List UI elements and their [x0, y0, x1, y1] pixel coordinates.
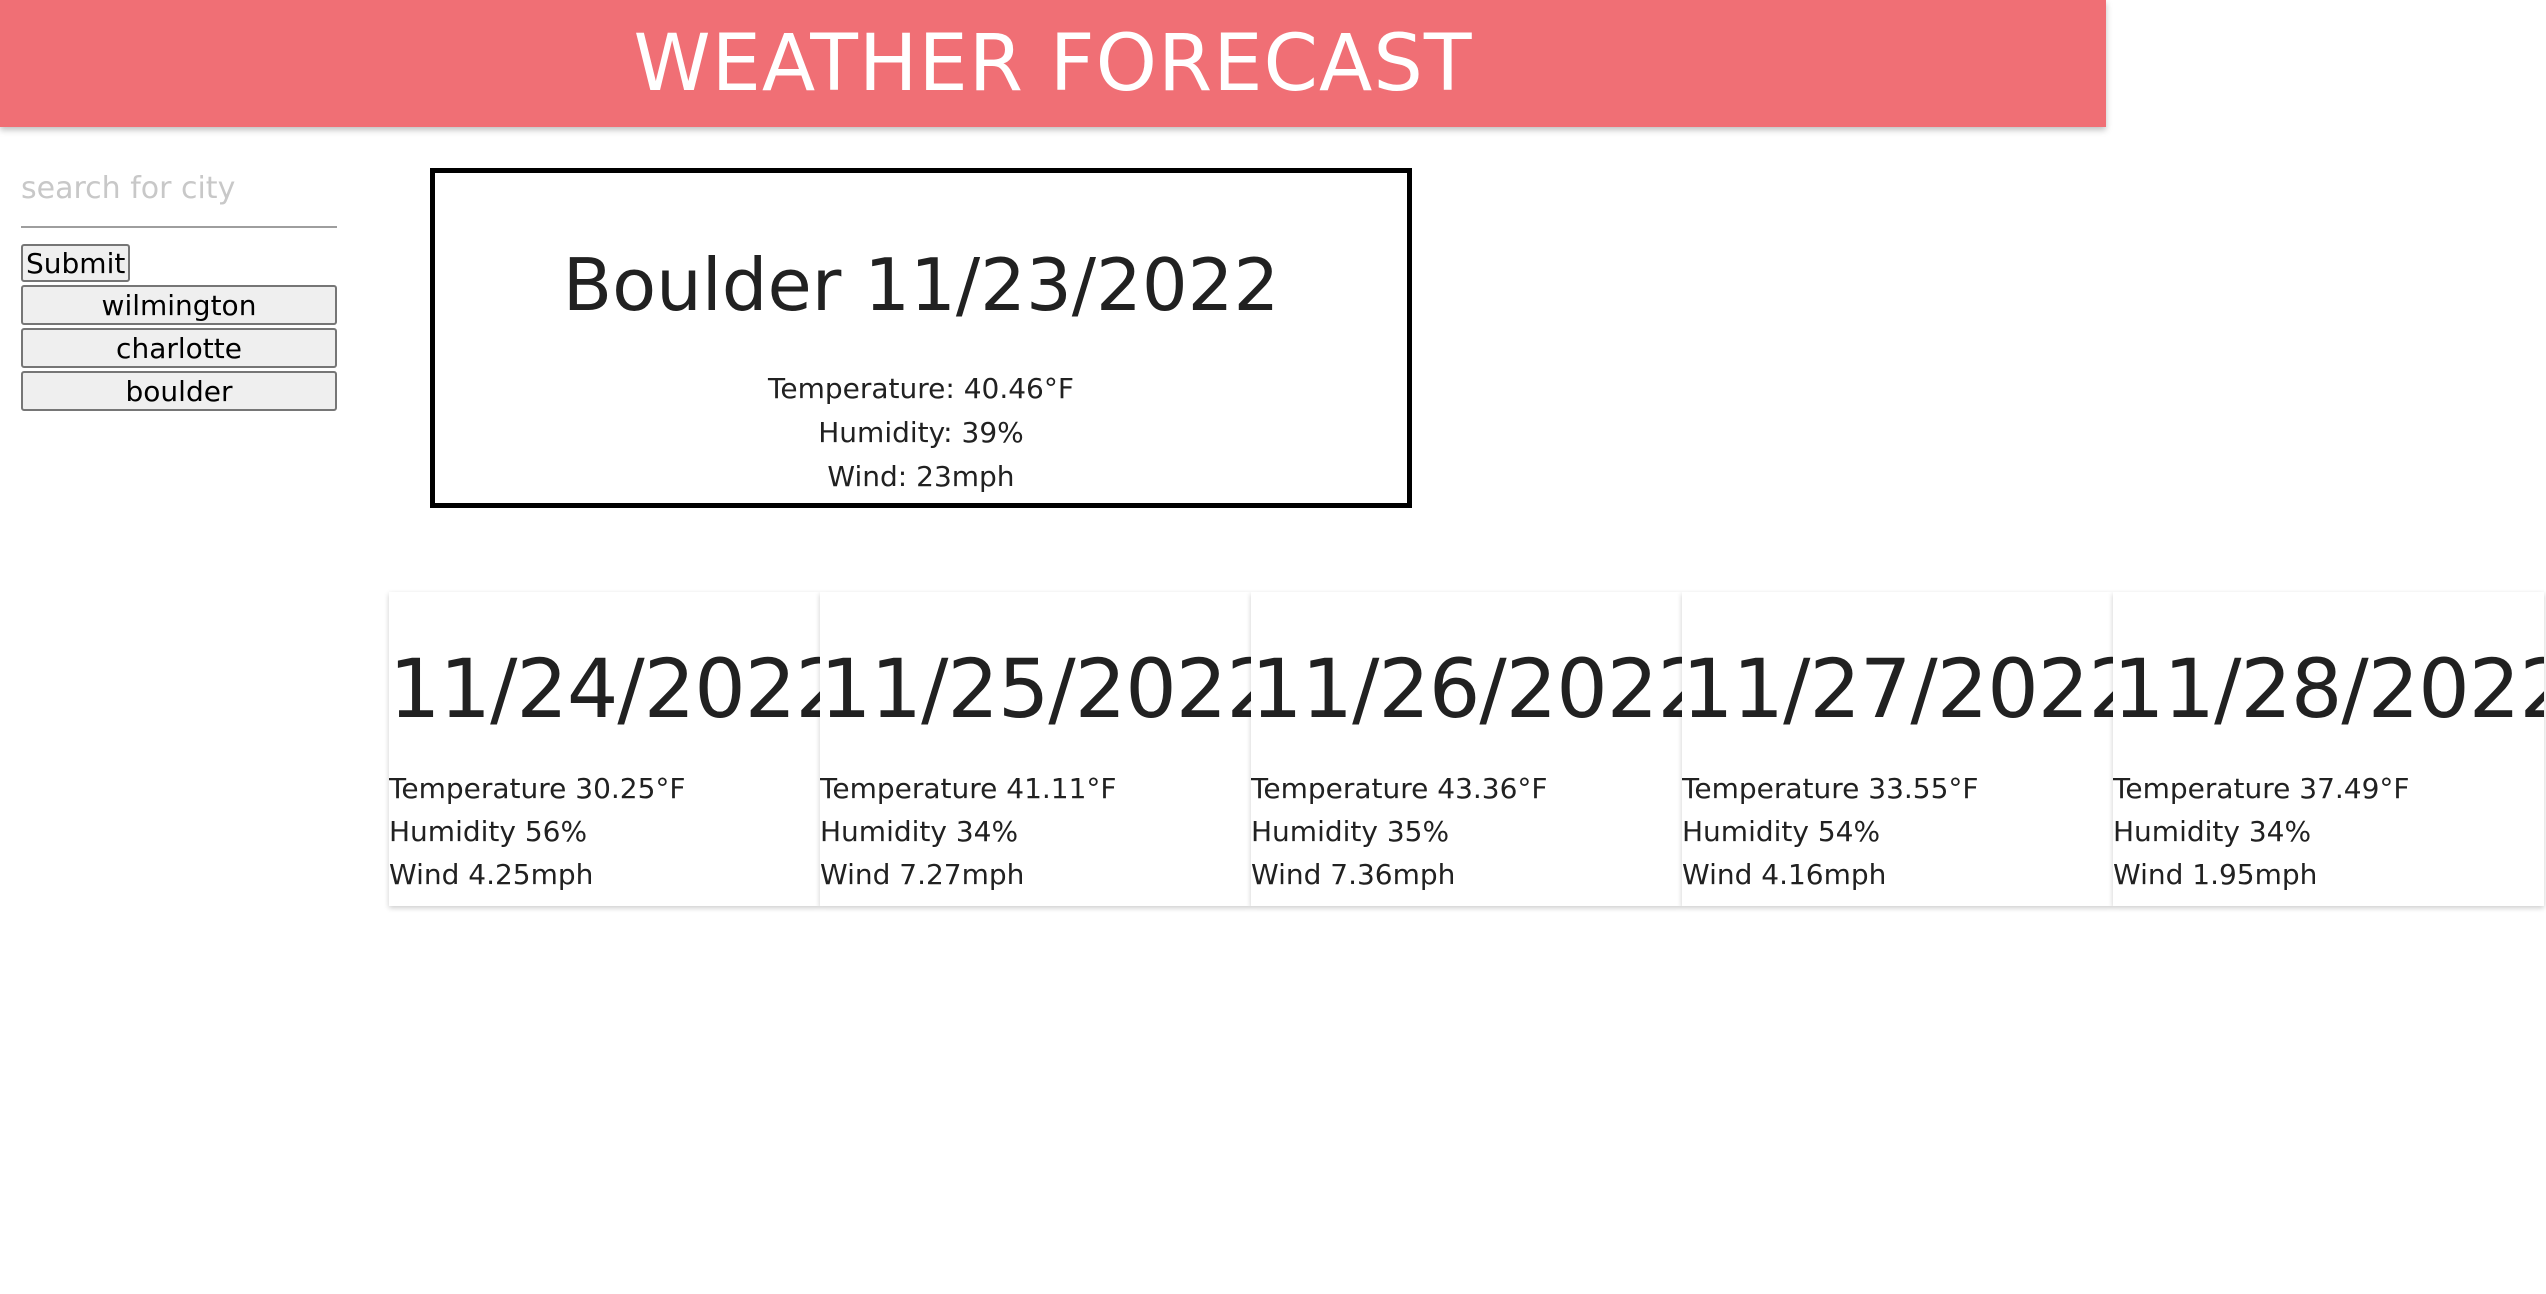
- forecast-wind: Wind 7.36mph: [1251, 858, 1456, 891]
- forecast-wind: Wind 7.27mph: [820, 858, 1025, 891]
- forecast-date: 11/28/2022: [2113, 643, 2544, 737]
- current-wind: Wind: 23mph: [827, 460, 1015, 493]
- forecast-stats: Temperature 37.49°F Humidity 34% Wind 1.…: [2113, 767, 2544, 896]
- forecast-date: 11/25/2022: [820, 643, 1251, 737]
- forecast-wind: Wind 1.95mph: [2113, 858, 2318, 891]
- forecast-humidity: Humidity 34%: [820, 815, 1019, 848]
- forecast-temperature: Temperature 33.55°F: [1682, 772, 1979, 805]
- forecast-stats: Temperature 41.11°F Humidity 34% Wind 7.…: [820, 767, 1251, 896]
- forecast-humidity: Humidity 34%: [2113, 815, 2312, 848]
- forecast-wind: Wind 4.25mph: [389, 858, 594, 891]
- forecast-card: 11/28/2022 Temperature 37.49°F Humidity …: [2113, 592, 2544, 906]
- forecast-date: 11/27/2022: [1682, 643, 2113, 737]
- forecast-temperature: Temperature 43.36°F: [1251, 772, 1548, 805]
- forecast-temperature: Temperature 41.11°F: [820, 772, 1117, 805]
- search-history-list: wilmington charlotte boulder: [21, 285, 337, 411]
- forecast-stats: Temperature 30.25°F Humidity 56% Wind 4.…: [389, 767, 820, 896]
- current-temperature: Temperature: 40.46°F: [768, 372, 1074, 405]
- current-humidity: Humidity: 39%: [818, 416, 1024, 449]
- app-header: WEATHER FORECAST: [0, 0, 2106, 127]
- history-button-boulder[interactable]: boulder: [21, 371, 337, 411]
- current-stats: Temperature: 40.46°F Humidity: 39% Wind:…: [435, 367, 1407, 499]
- forecast-humidity: Humidity 56%: [389, 815, 588, 848]
- search-sidebar: Submit wilmington charlotte boulder: [21, 150, 337, 411]
- current-city-date: Boulder 11/23/2022: [562, 243, 1280, 327]
- forecast-date: 11/26/2022: [1251, 643, 1682, 737]
- forecast-temperature: Temperature 37.49°F: [2113, 772, 2410, 805]
- submit-button[interactable]: Submit: [21, 244, 131, 282]
- forecast-date: 11/24/2022: [389, 643, 820, 737]
- forecast-card: 11/24/2022 Temperature 30.25°F Humidity …: [389, 592, 820, 906]
- forecast-humidity: Humidity 35%: [1251, 815, 1450, 848]
- forecast-wind: Wind 4.16mph: [1682, 858, 1887, 891]
- forecast-stats: Temperature 43.36°F Humidity 35% Wind 7.…: [1251, 767, 1682, 896]
- forecast-card: 11/26/2022 Temperature 43.36°F Humidity …: [1251, 592, 1682, 906]
- forecast-humidity: Humidity 54%: [1682, 815, 1881, 848]
- five-day-forecast: 11/24/2022 Temperature 30.25°F Humidity …: [389, 592, 2544, 906]
- forecast-card: 11/25/2022 Temperature 41.11°F Humidity …: [820, 592, 1251, 906]
- page-title: WEATHER FORECAST: [633, 18, 1473, 109]
- forecast-card: 11/27/2022 Temperature 33.55°F Humidity …: [1682, 592, 2113, 906]
- forecast-temperature: Temperature 30.25°F: [389, 772, 686, 805]
- history-button-wilmington[interactable]: wilmington: [21, 285, 337, 325]
- current-weather-card: Boulder 11/23/2022 Temperature: 40.46°F …: [430, 168, 1412, 508]
- history-button-charlotte[interactable]: charlotte: [21, 328, 337, 368]
- forecast-stats: Temperature 33.55°F Humidity 54% Wind 4.…: [1682, 767, 2113, 896]
- city-search-input[interactable]: [21, 150, 337, 228]
